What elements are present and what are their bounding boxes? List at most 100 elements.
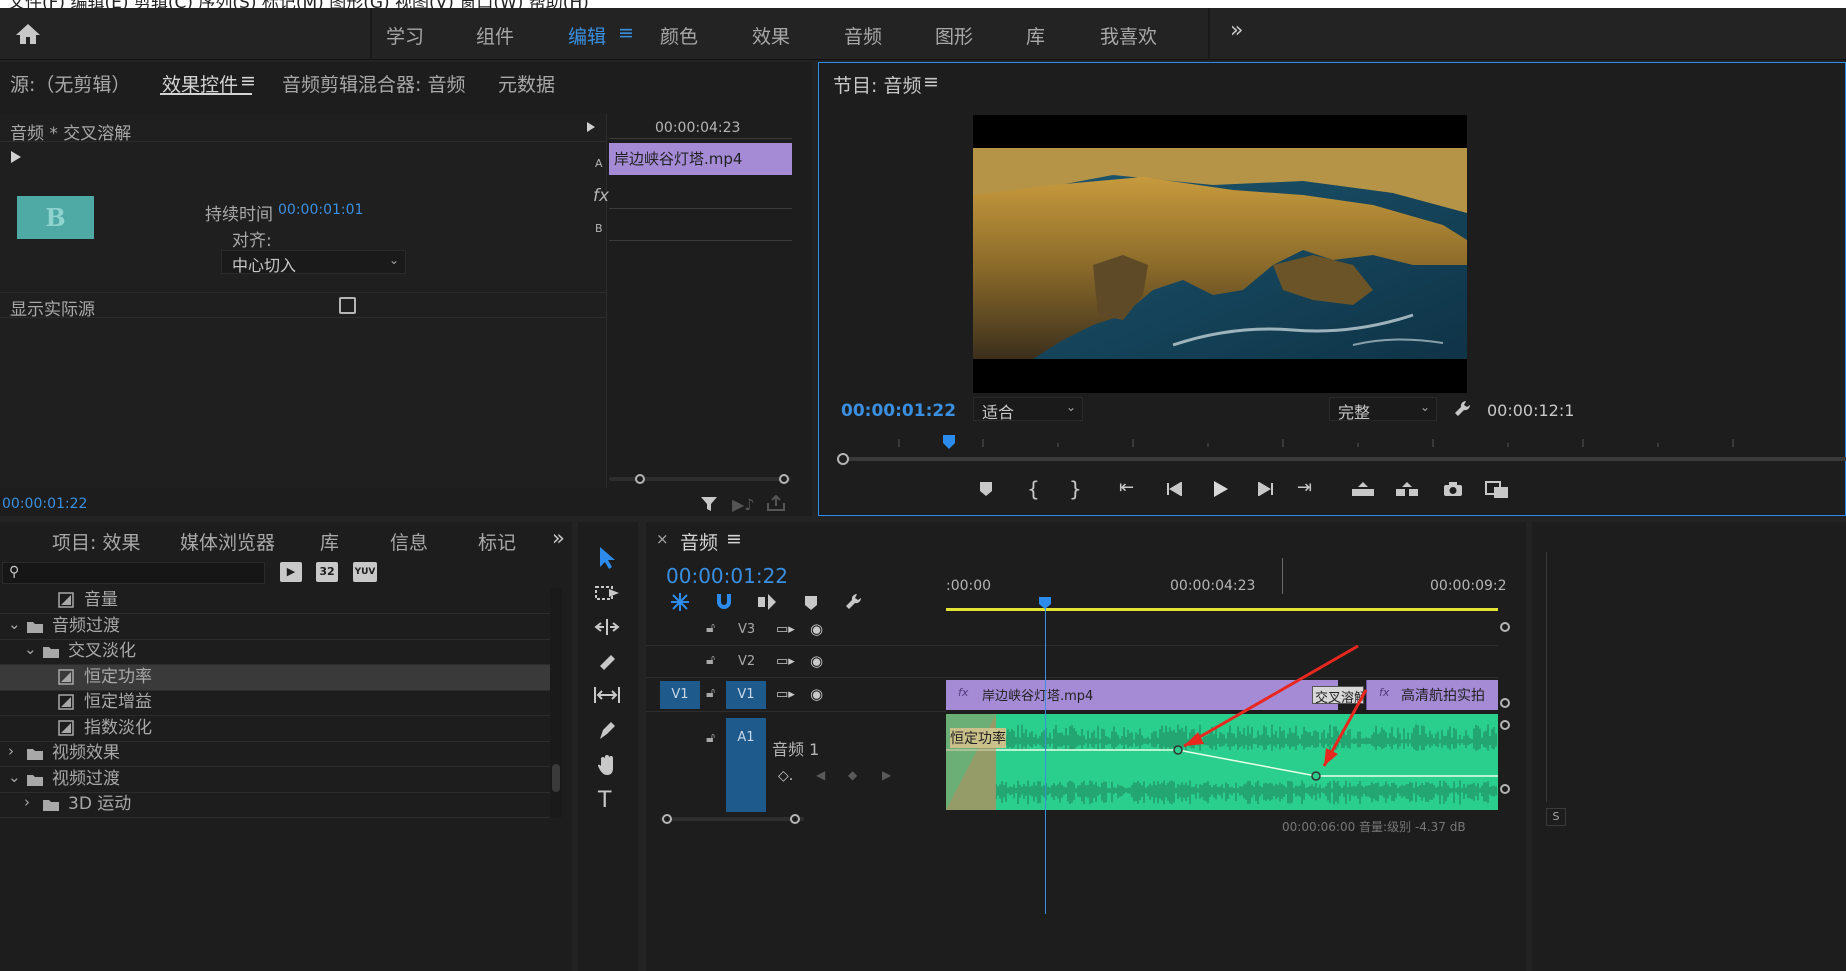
slip-tool-icon[interactable] <box>593 686 621 704</box>
tab-library[interactable]: 库 <box>320 528 339 555</box>
selection-tool-icon[interactable] <box>598 546 618 570</box>
panel-overflow-icon[interactable]: » <box>552 526 565 550</box>
keyframe-toggle-icon[interactable]: ◇. <box>778 768 793 784</box>
mini-zoom-scrollbar[interactable] <box>609 474 791 484</box>
sequence-menu-icon[interactable]: ≡ <box>726 528 742 550</box>
sync-lock-icon[interactable]: ▭▸ <box>776 622 795 637</box>
mini-clip[interactable]: 岸边峡谷灯塔.mp4 <box>609 143 792 175</box>
timeline-settings-wrench-icon[interactable] <box>844 592 864 612</box>
lock-icon[interactable]: 🔓︎ <box>706 730 715 746</box>
program-video-frame[interactable] <box>973 115 1467 393</box>
fit-dropdown[interactable]: 适合 ⌄ <box>973 397 1083 422</box>
sync-lock-icon[interactable]: ▭▸ <box>776 687 795 702</box>
lock-icon[interactable]: 🔓︎ <box>706 620 715 636</box>
step-back-icon[interactable] <box>1167 482 1183 496</box>
32-bit-effects-icon[interactable]: 32 <box>316 562 338 582</box>
sync-lock-icon[interactable]: ▭▸ <box>776 654 795 669</box>
prev-keyframe-icon[interactable]: ◀ <box>816 768 825 782</box>
tab-editing-menu-icon[interactable]: ≡ <box>618 22 634 44</box>
add-marker-icon[interactable] <box>979 481 993 497</box>
effects-tree-scrollbar[interactable] <box>550 588 562 818</box>
eye-icon[interactable]: ◉ <box>810 685 823 703</box>
settings-wrench-icon[interactable] <box>1453 399 1473 419</box>
go-to-in-icon[interactable]: ⇤ <box>1119 477 1134 498</box>
preview-play-icon[interactable] <box>10 150 22 164</box>
show-source-checkbox[interactable] <box>339 297 356 314</box>
timeline-ruler[interactable]: :00:00 00:00:04:23 00:00:09:2 <box>946 558 1507 612</box>
hand-tool-icon[interactable] <box>596 754 618 776</box>
comparison-view-icon[interactable] <box>1485 481 1509 499</box>
ripple-edit-tool-icon[interactable] <box>594 618 620 636</box>
next-keyframe-icon[interactable]: ▶ <box>882 768 891 782</box>
tree-folder[interactable]: ⌄ 视频过渡 <box>0 767 550 792</box>
loop-audio-icon[interactable]: ▶♪ <box>732 495 755 514</box>
tab-assembly[interactable]: 组件 <box>476 22 514 49</box>
extract-icon[interactable] <box>1395 481 1419 497</box>
linked-selection-icon[interactable] <box>756 592 778 612</box>
work-area-bar[interactable] <box>946 608 1498 611</box>
chevron-right-icon[interactable]: › <box>24 790 30 815</box>
home-icon[interactable] <box>14 22 42 46</box>
track-select-tool-icon[interactable] <box>595 584 621 602</box>
track-label-v1[interactable]: V1 <box>726 681 766 709</box>
tab-markers[interactable]: 标记 <box>478 528 516 555</box>
tab-info[interactable]: 信息 <box>390 528 428 555</box>
effect-controls-timecode[interactable]: 00:00:01:22 <box>2 496 87 512</box>
snap-magnet-icon[interactable] <box>714 592 734 612</box>
tree-item[interactable]: 指数淡化 <box>0 716 550 741</box>
timeline-zoom-scrollbar[interactable] <box>660 814 804 824</box>
timeline-add-marker-icon[interactable] <box>804 595 818 611</box>
go-to-out-icon[interactable]: ⇥ <box>1297 477 1312 498</box>
program-menu-icon[interactable]: ≡ <box>923 71 939 93</box>
tree-item[interactable]: 音量 <box>0 588 550 613</box>
program-scrubber[interactable] <box>833 429 1846 465</box>
tab-source[interactable]: 源:（无剪辑） <box>10 70 130 97</box>
track-label-a1[interactable]: A1 <box>726 718 766 812</box>
chevron-down-icon[interactable]: ⌄ <box>24 637 37 662</box>
mark-in-icon[interactable]: { <box>1027 477 1040 501</box>
play-transition-icon[interactable] <box>586 121 596 133</box>
effect-controls-menu-icon[interactable]: ≡ <box>240 70 256 92</box>
mark-out-icon[interactable]: } <box>1069 477 1082 501</box>
eye-icon[interactable]: ◉ <box>810 652 823 670</box>
tab-editing[interactable]: 编辑 <box>568 22 606 49</box>
export-icon[interactable] <box>766 495 786 511</box>
eye-icon[interactable]: ◉ <box>810 620 823 638</box>
step-forward-icon[interactable] <box>1257 482 1273 496</box>
tab-audio[interactable]: 音频 <box>844 22 882 49</box>
chevron-right-icon[interactable]: › <box>8 739 14 764</box>
tab-graphics[interactable]: 图形 <box>935 22 973 49</box>
tab-favorites[interactable]: 我喜欢 <box>1100 22 1157 49</box>
tab-project-effects[interactable]: 项目: 效果 <box>52 528 140 555</box>
tree-folder[interactable]: ⌄ 交叉淡化 <box>0 639 550 664</box>
tree-folder[interactable]: › 3D 运动 <box>0 792 550 817</box>
close-sequence-icon[interactable]: × <box>656 530 669 548</box>
quality-dropdown[interactable]: 完整 ⌄ <box>1329 397 1437 422</box>
timeline-timecode[interactable]: 00:00:01:22 <box>666 564 788 588</box>
program-timecode[interactable]: 00:00:01:22 <box>841 401 956 421</box>
tab-learn[interactable]: 学习 <box>386 22 424 49</box>
effects-search-input[interactable]: ⚲ <box>2 562 265 584</box>
export-frame-camera-icon[interactable] <box>1443 481 1463 497</box>
accelerated-effects-icon[interactable]: ▶ <box>280 562 302 582</box>
track-scroll-handles[interactable] <box>1498 616 1512 796</box>
play-icon[interactable] <box>1213 480 1229 498</box>
chevron-down-icon[interactable]: ⌄ <box>8 765 21 790</box>
tab-audio-clip-mixer[interactable]: 音频剪辑混合器: 音频 <box>282 70 465 97</box>
tree-item[interactable]: 恒定增益 <box>0 690 550 715</box>
tabs-overflow-icon[interactable]: » <box>1230 18 1243 43</box>
yuv-effects-icon[interactable]: YUV <box>353 562 377 582</box>
tree-folder[interactable]: › 视频效果 <box>0 741 550 766</box>
tab-metadata[interactable]: 元数据 <box>498 70 555 97</box>
add-keyframe-icon[interactable]: ◆ <box>848 768 857 782</box>
lock-icon[interactable]: 🔓︎ <box>706 685 715 701</box>
tree-item[interactable]: 恒定功率 <box>0 664 550 690</box>
meter-solo-button[interactable]: S <box>1546 808 1566 826</box>
razor-tool-icon[interactable] <box>597 652 617 672</box>
tab-effects[interactable]: 效果 <box>752 22 790 49</box>
lift-icon[interactable] <box>1351 481 1375 497</box>
source-patch-v1[interactable]: V1 <box>660 681 700 709</box>
chevron-down-icon[interactable]: ⌄ <box>8 612 21 637</box>
tree-folder[interactable]: ⌄ 音频过渡 <box>0 614 550 639</box>
type-tool-icon[interactable]: T <box>598 788 611 813</box>
